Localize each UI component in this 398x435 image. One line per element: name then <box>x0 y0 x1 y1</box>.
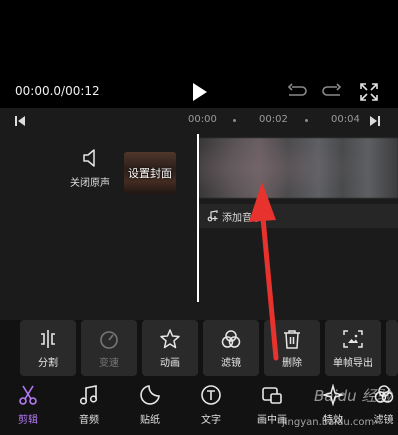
filter-button[interactable]: 滤镜 <box>203 320 259 376</box>
nav-sticker[interactable]: 贴纸 <box>125 384 175 426</box>
text-icon <box>201 385 221 405</box>
music-add-icon <box>207 210 218 222</box>
ruler-tick: 00:02 <box>259 114 288 125</box>
tool-label: 单帧导出 <box>333 358 373 369</box>
speed-button[interactable]: 变速 <box>81 320 137 376</box>
watermark-url: jingyan.baidu.com <box>281 417 374 428</box>
ruler-dot <box>233 119 236 122</box>
delete-button[interactable]: 删除 <box>264 320 320 376</box>
frame-export-button[interactable]: 单帧导出 <box>325 320 381 376</box>
undo-icon[interactable] <box>286 83 308 101</box>
skip-to-end-icon[interactable] <box>369 115 381 127</box>
nav-label: 文字 <box>201 415 221 426</box>
play-icon[interactable] <box>189 81 209 103</box>
add-music-label: 添加音乐 <box>222 212 262 224</box>
timeline-ruler[interactable]: 00:00 00:02 00:04 <box>0 108 398 134</box>
tool-label: 变速 <box>99 358 119 369</box>
nav-label: 剪辑 <box>18 415 38 426</box>
redo-icon[interactable] <box>321 83 343 101</box>
frame-export-icon <box>343 330 363 348</box>
animation-icon <box>160 329 180 349</box>
split-icon <box>41 330 55 348</box>
tool-label: 删除 <box>282 358 302 369</box>
nav-audio[interactable]: 音频 <box>64 384 114 426</box>
skip-to-start-icon[interactable] <box>14 115 26 127</box>
speed-icon <box>100 331 118 349</box>
cover-label: 设置封面 <box>124 152 176 194</box>
set-cover-button[interactable]: 设置封面 <box>124 152 176 194</box>
add-music-button[interactable]: 添加音乐 <box>199 204 398 228</box>
nav-label: 音频 <box>79 415 99 426</box>
scissors-icon <box>19 385 37 405</box>
ruler-tick: 00:04 <box>331 114 360 125</box>
player-controls: 00:00.0/00:12 <box>0 78 398 108</box>
watermark-text: Baidu 经验 <box>314 387 393 405</box>
split-button[interactable]: 分割 <box>20 320 76 376</box>
filter-icon <box>221 330 241 348</box>
ruler-dot <box>305 119 308 122</box>
baidu-jingyan-watermark: Baidu 经验 jingyan.baidu.com <box>281 387 393 428</box>
trash-icon <box>284 330 300 349</box>
tool-label: 分割 <box>38 358 58 369</box>
fullscreen-icon[interactable] <box>358 81 380 103</box>
more-tool-partial[interactable] <box>386 320 398 376</box>
tool-label: 动画 <box>160 358 180 369</box>
music-icon <box>79 385 98 405</box>
playhead[interactable] <box>197 134 199 302</box>
timeline-tracks[interactable]: 关闭原声 设置封面 添加音乐 <box>0 134 398 320</box>
nav-edit[interactable]: 剪辑 <box>3 384 53 426</box>
video-clip[interactable] <box>199 138 398 198</box>
ruler-tick: 00:00 <box>188 114 217 125</box>
speaker-icon <box>83 149 95 167</box>
video-preview[interactable] <box>0 0 398 78</box>
mute-original-audio-button[interactable]: 关闭原声 <box>68 148 112 189</box>
edit-toolbar: 分割 变速 动画 滤镜 删除 单帧导出 <box>0 320 398 378</box>
tool-label: 滤镜 <box>221 358 241 369</box>
sticker-icon <box>140 385 160 405</box>
mute-label: 关闭原声 <box>70 178 110 189</box>
timecode: 00:00.0/00:12 <box>15 84 100 98</box>
nav-label: 贴纸 <box>140 415 160 426</box>
animation-button[interactable]: 动画 <box>142 320 198 376</box>
nav-text[interactable]: 文字 <box>186 384 236 426</box>
